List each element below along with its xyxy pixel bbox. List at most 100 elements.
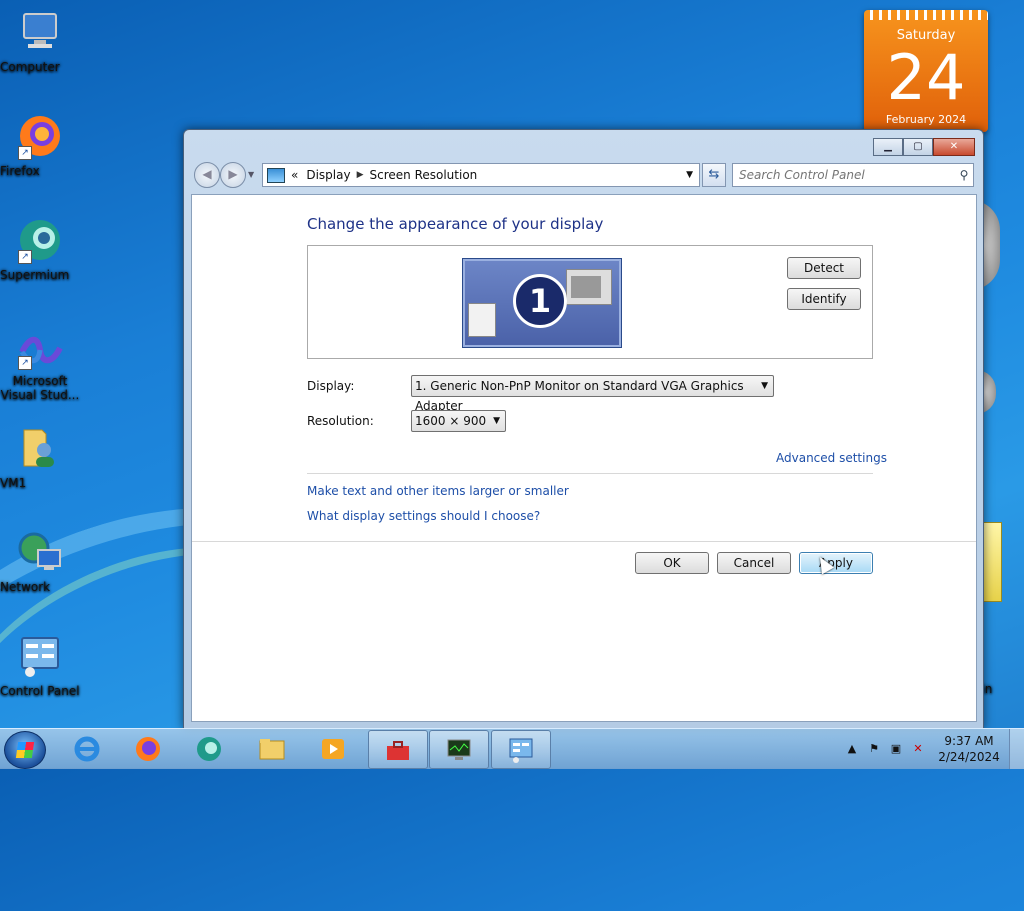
taskbar-control-panel[interactable] [491, 730, 551, 769]
display-label: Display: [307, 379, 355, 393]
desktop-icon-control-panel[interactable]: Control Panel [0, 632, 80, 698]
desktop-icon-vm1[interactable]: VM1 [0, 424, 80, 490]
control-panel-icon [509, 738, 533, 763]
back-button[interactable]: ◀ [194, 162, 220, 188]
address-dropdown-icon[interactable]: ▼ [686, 170, 693, 180]
system-tray: ▲ ⚑ ▣ ✕ 9:37 AM 2/24/2024 [841, 729, 1024, 769]
breadcrumb-display[interactable]: Display [306, 168, 350, 182]
taskbar-explorer[interactable] [243, 730, 301, 767]
text-size-link[interactable]: Make text and other items larger or smal… [307, 484, 569, 498]
show-hidden-icons-icon[interactable]: ▲ [844, 742, 860, 756]
display-select-value: 1. Generic Non-PnP Monitor on Standard V… [415, 379, 744, 413]
show-desktop-button[interactable] [1009, 729, 1024, 769]
calendar-rings [864, 10, 988, 20]
desktop-icon-label: Control Panel [0, 684, 80, 698]
network-icon [16, 528, 64, 576]
media-player-icon [322, 739, 344, 759]
resolution-select[interactable]: 1600 × 900 ▼ [411, 410, 506, 432]
desktop-icon-label: Supermium [0, 268, 70, 282]
desktop-icon-network[interactable]: Network [0, 528, 80, 594]
shortcut-arrow-icon: ↗ [18, 146, 32, 160]
start-button[interactable] [4, 731, 46, 769]
action-center-flag-icon[interactable]: ⚑ [866, 742, 882, 756]
taskbar-toolbox-app[interactable] [368, 730, 428, 769]
desktop-icon-supermium[interactable]: ↗ Supermium [0, 216, 80, 282]
taskbar-supermium[interactable] [180, 730, 238, 767]
search-input[interactable] [733, 167, 955, 183]
desktop-icon-label: VM1 [0, 476, 27, 490]
cancel-button[interactable]: Cancel [717, 552, 791, 574]
maximize-button[interactable]: ▢ [903, 138, 933, 156]
display-help-link[interactable]: What display settings should I choose? [307, 509, 540, 523]
search-icon[interactable]: ⚲ [955, 168, 973, 182]
monitor-arrangement-area: 1 Detect Identify [307, 245, 873, 359]
taskbar-internet-explorer[interactable] [58, 730, 116, 767]
clock-date: 2/24/2024 [938, 750, 1000, 764]
computer-icon [16, 8, 64, 56]
apply-button[interactable]: Apply [799, 552, 873, 574]
display-select[interactable]: 1. Generic Non-PnP Monitor on Standard V… [411, 375, 774, 413]
close-button[interactable]: ✕ [933, 138, 975, 156]
detect-button[interactable]: Detect [787, 257, 861, 279]
desktop-icon-computer[interactable]: Computer [0, 8, 80, 74]
visual-studio-icon: ↗ [16, 330, 64, 370]
taskbar-clock[interactable]: 9:37 AM 2/24/2024 [929, 733, 1009, 765]
calendar-month: February 2024 [885, 113, 967, 126]
supermium-icon: ↗ [16, 216, 64, 264]
resolution-select-value: 1600 × 900 [415, 414, 487, 428]
footer-divider [192, 541, 976, 542]
identify-button[interactable]: Identify [787, 288, 861, 310]
taskbar-firefox[interactable] [119, 730, 177, 767]
advanced-settings-link[interactable]: Advanced settings [776, 451, 887, 465]
desktop-icon-firefox[interactable]: ↗ Firefox [0, 112, 80, 178]
taskbar-monitor-app[interactable] [429, 730, 489, 769]
back-arrow-icon: ◀ [202, 167, 212, 181]
breadcrumb-prefix[interactable]: « [291, 168, 298, 182]
desktop-icon-label: Firefox [0, 164, 40, 178]
clock-time: 9:37 AM [944, 734, 994, 748]
address-bar[interactable]: « Display ▶ Screen Resolution ▼ [262, 163, 700, 187]
window-controls: ▁ ▢ ✕ [873, 138, 975, 156]
folder-icon [259, 739, 285, 760]
recent-pages-dropdown[interactable]: ▼ [248, 170, 254, 179]
chevron-down-icon: ▼ [493, 416, 500, 426]
breadcrumb-separator-icon[interactable]: ▶ [357, 170, 364, 180]
search-box[interactable]: ⚲ [732, 163, 974, 187]
volume-muted-icon[interactable]: ✕ [910, 742, 926, 756]
screen-resolution-window: ▁ ▢ ✕ ◀ ▶ ▼ « Display ▶ Screen Resolutio… [183, 129, 984, 729]
divider [307, 473, 873, 474]
resolution-label: Resolution: [307, 414, 374, 428]
minimize-button[interactable]: ▁ [873, 138, 903, 156]
windows-logo-icon [15, 742, 35, 758]
refresh-button[interactable]: ⇆ [702, 163, 726, 187]
network-tray-icon[interactable]: ▣ [888, 742, 904, 756]
refresh-icon: ⇆ [708, 167, 720, 182]
desktop-icon-label: Network [0, 580, 51, 594]
monitor-number: 1 [513, 274, 567, 328]
desktop-icon-visual-studio[interactable]: ↗ Microsoft Visual Stud... [0, 330, 80, 402]
forward-button[interactable]: ▶ [220, 162, 246, 188]
firefox-icon [136, 737, 160, 761]
window-illustration [566, 269, 612, 305]
supermium-icon [197, 737, 221, 761]
shortcut-arrow-icon: ↗ [18, 356, 32, 370]
taskbar: ▲ ⚑ ▣ ✕ 9:37 AM 2/24/2024 [0, 728, 1024, 769]
page-title: Change the appearance of your display [307, 215, 604, 233]
toolbox-icon [387, 741, 409, 760]
firefox-icon: ↗ [16, 112, 64, 160]
navigation-bar: ◀ ▶ ▼ « Display ▶ Screen Resolution ▼ ⇆ … [192, 162, 975, 188]
taskbar-media-player[interactable] [304, 730, 362, 767]
forward-arrow-icon: ▶ [228, 167, 238, 181]
monitor-1-thumbnail[interactable]: 1 [462, 258, 622, 348]
desktop-icon-label: Computer [0, 60, 60, 74]
shortcut-arrow-icon: ↗ [18, 250, 32, 264]
control-panel-small-icon [267, 167, 285, 183]
control-panel-icon [16, 632, 64, 680]
user-folder-icon [16, 424, 64, 472]
internet-explorer-icon [74, 736, 100, 762]
breadcrumb-screen-resolution[interactable]: Screen Resolution [370, 168, 478, 182]
calendar-gadget[interactable]: Saturday 24 February 2024 [864, 10, 988, 132]
desktop-icon-label: Microsoft Visual Stud... [0, 374, 80, 402]
ok-button[interactable]: OK [635, 552, 709, 574]
chevron-down-icon: ▼ [761, 381, 768, 391]
